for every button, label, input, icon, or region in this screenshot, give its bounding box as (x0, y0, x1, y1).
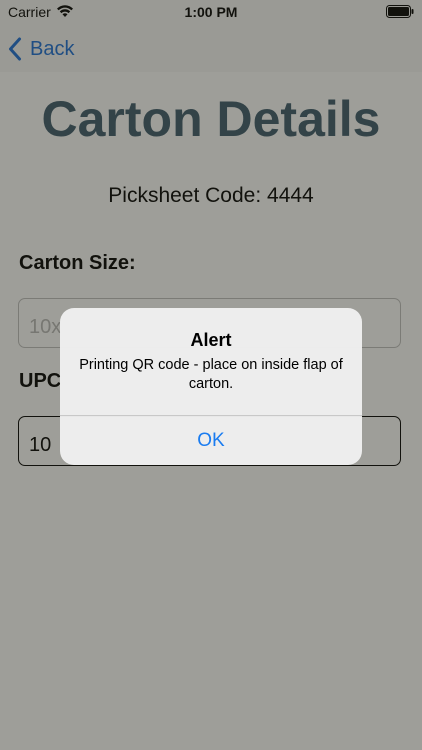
alert-title: Alert (190, 330, 232, 350)
alert-ok-button[interactable]: OK (60, 416, 362, 465)
alert-dialog: Alert Printing QR code - place on inside… (60, 308, 362, 465)
screen: Carrier 1:00 PM Back Carton Details Pick… (0, 0, 422, 750)
alert-message: Printing QR code - place on inside flap … (79, 357, 343, 392)
